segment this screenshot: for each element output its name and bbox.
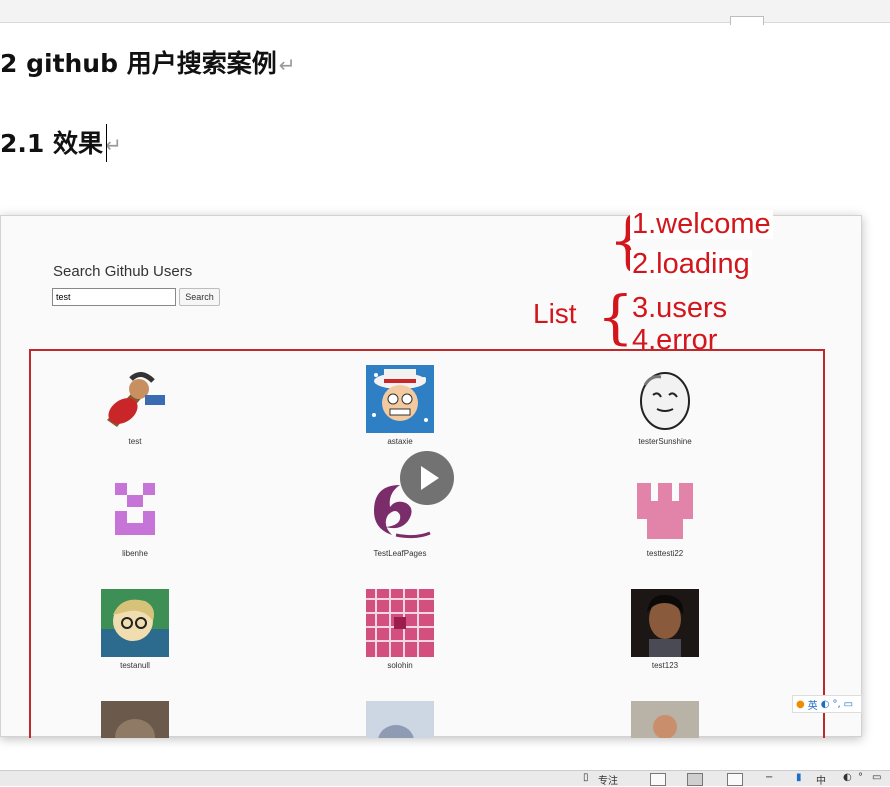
taskbar-keyboard-icon: ▭	[872, 772, 882, 783]
user-card[interactable]: testanull	[75, 589, 195, 670]
avatar-cat	[101, 701, 169, 738]
search-button[interactable]: Search	[179, 288, 220, 306]
user-card[interactable]: astaxie	[340, 365, 460, 446]
avatar-blurry	[366, 701, 434, 738]
heading-text: 2.1 效果	[0, 129, 103, 158]
avatar-identicon-violet	[101, 477, 169, 545]
avatar-astaxie	[366, 365, 434, 433]
annotation-state-error: 4.error	[632, 324, 718, 356]
ime-moon-icon: ◐	[820, 698, 830, 710]
ime-toolbar[interactable]: ● 英 ◐ °, ▭	[792, 695, 862, 713]
user-name: libenhe	[122, 549, 148, 558]
user-name: TestLeafPages	[373, 549, 427, 558]
web-layout-button[interactable]	[727, 773, 743, 786]
video-play-button[interactable]	[400, 451, 454, 505]
user-name: astaxie	[387, 437, 413, 446]
user-card[interactable]	[340, 701, 460, 738]
focus-mode-icon: ▯	[583, 772, 589, 783]
user-card[interactable]	[605, 701, 725, 738]
avatar-testanull	[101, 589, 169, 657]
ime-language: 英	[807, 700, 818, 712]
avatar-person	[631, 701, 699, 738]
annotation-list-label: List	[533, 298, 577, 329]
avatar-identicon-pink	[631, 477, 699, 545]
taskbar-punct-icon: °	[858, 772, 863, 783]
user-card[interactable]	[75, 701, 195, 738]
heading-effect[interactable]: 2.1 效果 ↵	[0, 124, 122, 160]
embedded-app-screenshot: Search Github Users Search test	[0, 215, 862, 738]
avatar-tester-sunshine	[631, 365, 699, 433]
print-layout-button[interactable]	[687, 773, 703, 786]
user-card[interactable]: testerSunshine	[605, 365, 725, 446]
annotation-state-welcome: 1.welcome	[630, 208, 773, 240]
taskbar-ime-icon: ▮	[796, 772, 802, 783]
text-caret	[106, 124, 107, 162]
user-card[interactable]: testtesti22	[605, 477, 725, 558]
paragraph-mark-icon: ↵	[105, 133, 122, 157]
avatar-guitar	[101, 365, 169, 433]
status-bar: ▯ 专注 − ▮ 中 ◐ ° ▭	[0, 770, 890, 787]
avatar-test123	[631, 589, 699, 657]
user-card[interactable]: test	[75, 365, 195, 446]
brace-bottom-icon: {	[597, 283, 634, 351]
user-name: testerSunshine	[638, 437, 692, 446]
annotation-state-loading: 2.loading	[630, 248, 752, 280]
taskbar-moon-icon: ◐	[843, 772, 852, 783]
window-top-bar	[0, 0, 890, 25]
heading-github-search-case[interactable]: 2 github 用户搜索案例 ↵	[0, 44, 295, 80]
ime-keyboard-icon: ▭	[843, 698, 854, 710]
play-icon	[421, 466, 439, 490]
user-card[interactable]: solohin	[340, 589, 460, 670]
user-name: testtesti22	[646, 549, 684, 558]
user-name: test	[128, 437, 142, 446]
annotation-state-users: 3.users	[632, 292, 728, 324]
ruler-indent-marker[interactable]	[730, 16, 764, 25]
user-name: test123	[651, 661, 679, 670]
paragraph-mark-icon: ↵	[278, 53, 296, 77]
read-view-button[interactable]	[650, 773, 666, 786]
avatar-solohin	[366, 589, 434, 657]
ime-punct-icon: °,	[832, 698, 841, 710]
search-section-title: Search Github Users	[53, 263, 193, 280]
user-list: test astaxie testerSunshine libenhe Test…	[29, 349, 825, 738]
ime-logo-icon: ●	[796, 698, 805, 710]
user-card[interactable]: libenhe	[75, 477, 195, 558]
heading-text: 2 github 用户搜索案例	[0, 49, 277, 78]
user-name: solohin	[387, 661, 413, 670]
search-input[interactable]	[52, 288, 176, 306]
user-card[interactable]: test123	[605, 589, 725, 670]
zoom-out-icon[interactable]: −	[765, 772, 773, 783]
user-name: testanull	[120, 661, 150, 670]
